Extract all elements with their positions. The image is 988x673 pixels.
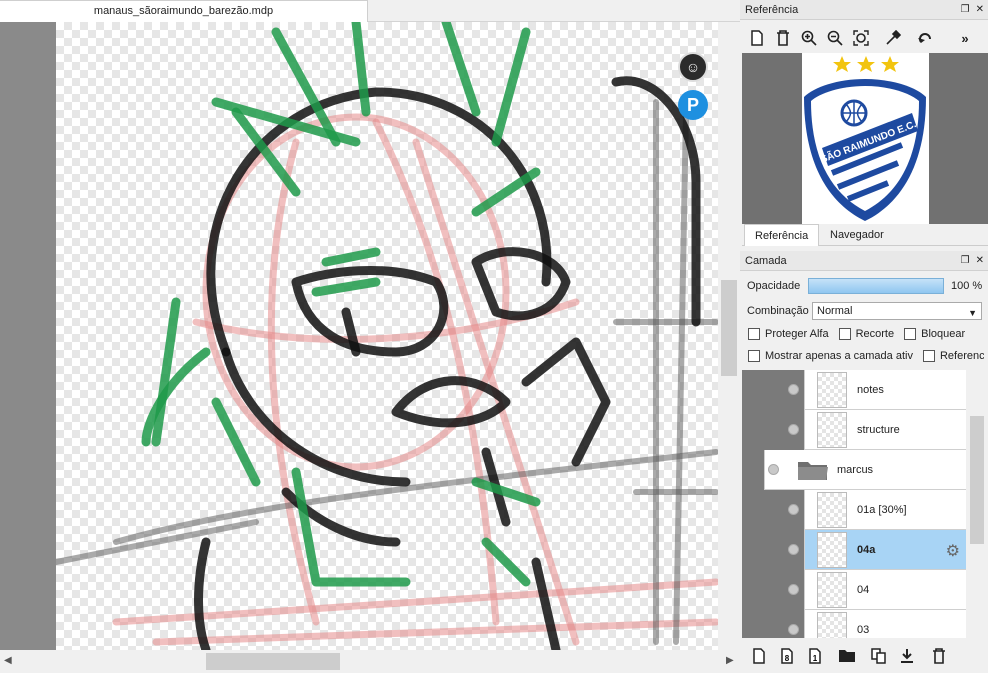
visibility-toggle-icon[interactable] — [788, 624, 799, 635]
delete-icon[interactable] — [770, 25, 796, 51]
layer-thumbnail — [817, 412, 847, 448]
opacity-row: Opacidade 100 % — [747, 278, 985, 294]
reference-panel-header: Referência ❐ ✕ — [740, 0, 988, 20]
layer-name: 03 — [857, 624, 870, 636]
close-panel-icon[interactable]: ✕ — [976, 251, 984, 271]
canvas-vertical-scrollbar[interactable] — [718, 22, 740, 650]
clipping-checkbox[interactable]: Recorte — [838, 328, 894, 340]
new-8bit-layer-icon[interactable]: 8 — [774, 643, 800, 669]
eyedropper-icon[interactable] — [880, 25, 906, 51]
visibility-toggle-icon[interactable] — [788, 384, 799, 395]
layer-thumbnail — [817, 612, 847, 638]
blend-row: Combinação Normal ▼ — [747, 302, 985, 320]
mascot-avatar-icon[interactable]: ☺ — [678, 52, 708, 82]
layer-row-structure[interactable]: structure — [742, 410, 966, 450]
blend-mode-select[interactable]: Normal ▼ — [812, 302, 982, 320]
opacity-value: 100 % — [951, 280, 983, 292]
opacity-label: Opacidade — [747, 280, 801, 292]
canvas-horizontal-scrollbar[interactable]: ◀ ▶ — [0, 650, 740, 673]
new-folder-icon[interactable] — [834, 643, 860, 669]
layer-list-scrollbar[interactable] — [966, 370, 988, 638]
visibility-toggle-icon[interactable] — [788, 544, 799, 555]
opacity-slider[interactable] — [808, 278, 944, 294]
layer-panel-title: Camada — [745, 255, 787, 267]
layer-row-01a[interactable]: 01a [30%] — [742, 490, 966, 530]
zoom-in-icon[interactable] — [796, 25, 822, 51]
svg-text:1: 1 — [813, 654, 818, 663]
drawing-canvas[interactable] — [56, 22, 718, 650]
checkbox-row-2: Mostrar apenas a camada ativ Referenc — [748, 350, 984, 362]
merge-down-icon[interactable] — [894, 643, 920, 669]
float-panel-icon[interactable]: ❐ — [961, 0, 970, 20]
reference-panel-title: Referência — [745, 4, 799, 16]
chevron-down-icon: ▼ — [968, 308, 977, 318]
gear-icon[interactable]: ⚙ — [946, 541, 960, 561]
svg-text:8: 8 — [785, 654, 790, 663]
layer-name: notes — [857, 384, 884, 396]
document-tab[interactable]: manaus_sãoraimundo_barezão.mdp — [0, 0, 368, 22]
layer-thumbnail — [817, 492, 847, 528]
visibility-toggle-icon[interactable] — [788, 584, 799, 595]
more-icon[interactable]: » — [952, 25, 978, 51]
rotate-icon[interactable] — [912, 25, 938, 51]
club-crest-logo: SÃO RAIMUNDO E.C. — [804, 56, 926, 221]
scroll-left-icon[interactable]: ◀ — [4, 656, 12, 666]
tab-referencia[interactable]: Referência — [744, 224, 820, 246]
layer-name: 01a [30%] — [857, 504, 907, 516]
reference-tab-bar: Referência Navegador — [742, 224, 988, 246]
show-only-active-checkbox[interactable]: Mostrar apenas a camada ativ — [748, 350, 913, 362]
layer-thumbnail — [817, 532, 847, 568]
checkbox-row-1: Proteger Alfa Recorte Bloquear — [748, 328, 986, 340]
layer-row-folder-marcus[interactable]: marcus — [742, 450, 966, 490]
document-tab-bar: manaus_sãoraimundo_barezão.mdp — [0, 0, 740, 22]
layer-panel-header: Camada ❐ ✕ — [740, 251, 988, 271]
layer-name: structure — [857, 424, 900, 436]
duplicate-layer-icon[interactable] — [866, 643, 892, 669]
visibility-toggle-icon[interactable] — [788, 424, 799, 435]
layer-list[interactable]: notes structure marcus 01a [30%] 04a ⚙ 0… — [742, 370, 966, 638]
blend-mode-value: Normal — [817, 305, 853, 317]
layer-scroll-thumb[interactable] — [970, 416, 984, 544]
protect-alpha-checkbox[interactable]: Proteger Alfa — [748, 328, 829, 340]
app-window: manaus_sãoraimundo_barezão.mdp ☺ P ◀ ▶ R… — [0, 0, 988, 673]
close-panel-icon[interactable]: ✕ — [976, 0, 984, 20]
layer-row-03[interactable]: 03 — [742, 610, 966, 638]
lock-checkbox[interactable]: Bloquear — [904, 328, 965, 340]
visibility-toggle-icon[interactable] — [768, 464, 779, 475]
new-file-icon[interactable] — [744, 25, 770, 51]
layer-thumbnail — [817, 572, 847, 608]
reference-layer-checkbox[interactable]: Referenc — [922, 350, 984, 362]
layer-name: 04 — [857, 584, 870, 596]
layer-name: marcus — [837, 464, 874, 476]
vertical-scroll-thumb[interactable] — [721, 280, 737, 376]
sketch-artwork — [56, 22, 718, 650]
layer-row-04a[interactable]: 04a ⚙ — [742, 530, 966, 570]
tab-navegador[interactable]: Navegador — [820, 224, 894, 246]
horizontal-scroll-thumb[interactable] — [206, 653, 340, 670]
visibility-toggle-icon[interactable] — [788, 504, 799, 515]
canvas-area[interactable]: ☺ P — [0, 22, 718, 650]
scroll-right-icon[interactable]: ▶ — [726, 656, 734, 666]
layer-thumbnail — [817, 372, 847, 408]
reference-image: SÃO RAIMUNDO E.C. — [802, 53, 929, 224]
delete-layer-icon[interactable] — [926, 643, 952, 669]
zoom-out-icon[interactable] — [822, 25, 848, 51]
new-1bit-layer-icon[interactable]: 1 — [802, 643, 828, 669]
reference-toolbar: » — [744, 24, 988, 52]
reference-image-view[interactable]: SÃO RAIMUNDO E.C. — [742, 53, 988, 224]
blend-label: Combinação — [747, 305, 809, 317]
layer-row-notes[interactable]: notes — [742, 370, 966, 410]
layer-toolbar: 8 1 — [746, 642, 986, 670]
folder-icon — [798, 462, 828, 480]
layer-row-04[interactable]: 04 — [742, 570, 966, 610]
pixiv-icon[interactable]: P — [678, 90, 708, 120]
layer-name: 04a — [857, 544, 876, 556]
new-layer-icon[interactable] — [746, 643, 772, 669]
float-panel-icon[interactable]: ❐ — [961, 251, 970, 271]
zoom-fit-icon[interactable] — [848, 25, 874, 51]
